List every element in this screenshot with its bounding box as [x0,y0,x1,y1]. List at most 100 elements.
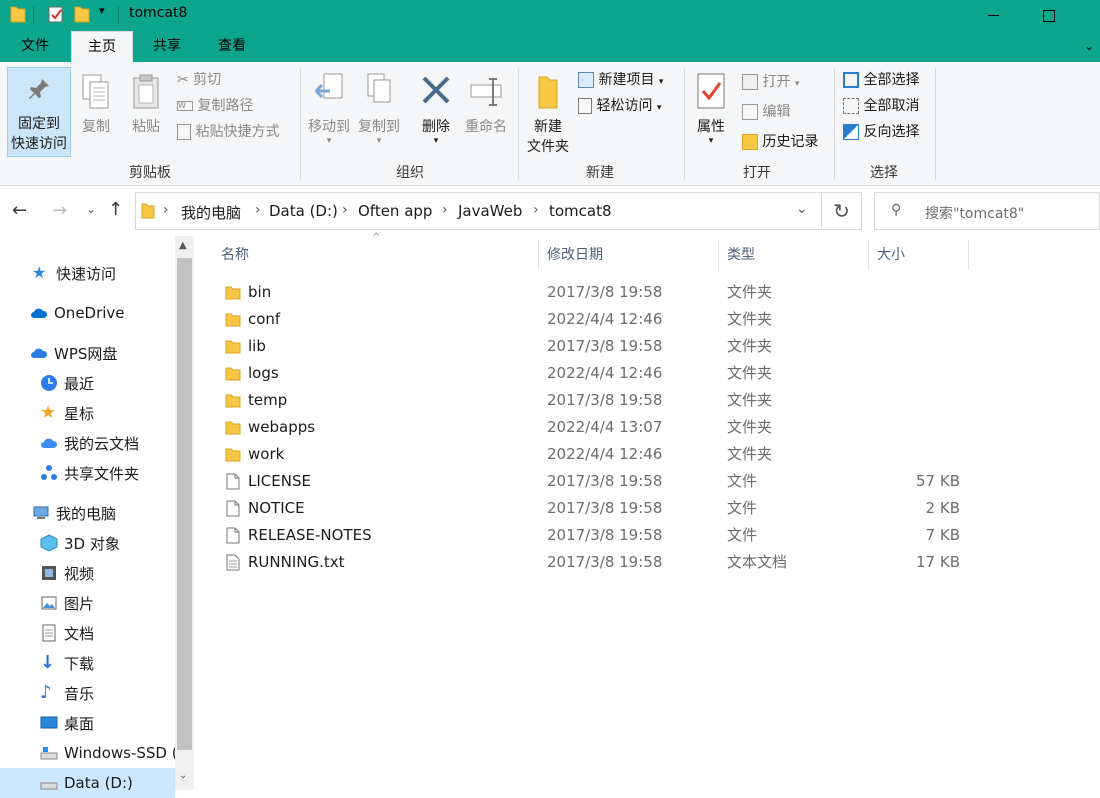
column-header-name[interactable]: 名称 [221,240,249,270]
nav-label: 星标 [64,404,95,423]
navigation-pane: ★ 快速访问 OneDrive WPS网盘 最近 ★ 星标 我的云文档 共享文件夹 … [0,236,195,798]
refresh-button[interactable]: ↻ [822,192,862,230]
file-size: 57 KB [916,472,960,490]
tab-file[interactable]: 文件 [0,31,70,62]
group-separator [684,68,685,180]
select-none-button[interactable]: 全部取消 [843,96,919,116]
breadcrumb-data-drive[interactable]: Data (D:) [269,202,338,220]
desktop-icon [40,716,58,729]
tab-share[interactable]: 共享 [140,31,194,62]
open-button[interactable]: 打开 ▾ [742,72,799,94]
column-divider[interactable] [868,240,869,270]
folder-icon[interactable] [10,5,26,23]
column-divider[interactable] [968,240,969,270]
file-name: webapps [248,418,316,436]
paste-shortcut-button[interactable]: 粘贴快捷方式 [177,122,279,142]
new-item-button[interactable]: 新建项目 ▾ [578,70,663,92]
history-button[interactable]: 历史记录 [742,132,818,152]
folder-icon [225,286,241,300]
select-all-button[interactable]: 全部选择 [843,70,919,90]
file-name: work [248,445,285,463]
scroll-up-icon[interactable]: ▲ [179,240,187,251]
drive-icon [40,747,58,760]
cloud-icon [31,348,48,358]
file-row[interactable]: webapps 2022/4/4 13:07 文件夹 [215,414,975,441]
column-header-size[interactable]: 大小 [877,240,905,270]
scroll-down-icon[interactable]: ⌄ [179,770,187,781]
nav-label: 图片 [64,594,95,613]
invert-selection-button[interactable]: 反向选择 [843,122,919,142]
column-header-date[interactable]: 修改日期 [547,240,603,270]
nav-data-drive[interactable]: Data (D:) [0,768,175,798]
copy-label: 复制 [82,119,110,135]
search-box[interactable]: ⚲ 搜索"tomcat8" [874,192,1100,230]
file-type: 文件夹 [727,364,773,382]
search-icon: ⚲ [891,202,902,218]
column-header-type[interactable]: 类型 [727,240,755,270]
scissors-icon: ✂ [177,72,189,88]
breadcrumb-tomcat8[interactable]: tomcat8 [549,202,612,220]
file-row[interactable]: conf 2022/4/4 12:46 文件夹 [215,306,975,333]
address-dropdown-icon[interactable]: ⌄ [796,201,808,217]
column-divider[interactable] [538,240,539,270]
nav-label: 桌面 [64,714,95,733]
folder-icon [225,448,241,462]
breadcrumb-this-pc[interactable]: 我的电脑 [181,202,241,223]
easy-access-button[interactable]: 轻松访问 ▾ [578,96,661,118]
file-row[interactable]: bin 2017/3/8 19:58 文件夹 [215,279,975,306]
delete-icon [422,76,450,104]
file-type: 文件 [727,526,758,544]
tab-view[interactable]: 查看 [205,31,259,62]
file-row[interactable]: NOTICE 2017/3/8 19:58 文件 2 KB [215,495,975,522]
file-row[interactable]: RELEASE-NOTES 2017/3/8 19:58 文件 7 KB [215,522,975,549]
properties-button[interactable]: 属性 ▾ [688,67,734,157]
customize-quick-access-icon[interactable]: ▾ [99,4,105,17]
rename-button[interactable]: 重命名 [460,67,512,157]
breadcrumb-often-app[interactable]: Often app [358,202,432,220]
tab-home[interactable]: 主页 [71,31,133,62]
file-name: NOTICE [248,499,305,517]
file-row[interactable]: RUNNING.txt 2017/3/8 19:58 文本文档 17 KB [215,549,975,576]
minimize-button[interactable] [970,0,1016,31]
open-label: 打开 [762,74,791,90]
file-size: 2 KB [925,499,960,517]
delete-button[interactable]: 删除 ▾ [414,67,458,157]
edit-button[interactable]: 编辑 [742,102,790,122]
new-item-label: 新建项目 [598,72,655,88]
breadcrumb-javaweb[interactable]: JavaWeb [458,202,522,220]
file-row[interactable]: temp 2017/3/8 19:58 文件夹 [215,387,975,414]
move-to-button[interactable]: 移动到 ▾ [304,67,354,157]
computer-icon [33,506,49,519]
file-date: 2017/3/8 19:58 [547,526,663,544]
history-label: 历史记录 [762,134,819,150]
new-folder-quick-icon[interactable] [74,5,90,23]
file-row[interactable]: logs 2022/4/4 12:46 文件夹 [215,360,975,387]
paste-button[interactable]: 粘贴 [124,67,168,157]
folder-icon [141,203,155,219]
file-name: conf [248,310,281,328]
copy-path-button[interactable]: W 复制路径 [177,96,253,116]
cut-label: 剪切 [193,72,222,88]
file-row[interactable]: lib 2017/3/8 19:58 文件夹 [215,333,975,360]
pin-quick-access-button[interactable]: 固定到 快速访问 [7,67,71,157]
back-arrow-icon[interactable]: ← [12,200,27,221]
forward-arrow-icon[interactable]: → [52,200,67,221]
up-arrow-icon[interactable]: ↑ [108,199,123,220]
copy-to-button[interactable]: 复制到 ▾ [354,67,404,157]
move-to-icon [314,73,343,99]
file-row[interactable]: work 2022/4/4 12:46 文件夹 [215,441,975,468]
nav-label: 下载 [64,654,95,673]
column-divider[interactable] [718,240,719,270]
maximize-button[interactable] [1026,0,1072,31]
file-type: 文件夹 [727,337,773,355]
copy-button[interactable]: 复制 [74,67,118,157]
properties-quick-icon[interactable] [48,5,64,23]
recent-locations-icon[interactable]: ⌄ [86,202,96,216]
nav-scrollbar-thumb[interactable] [177,258,192,750]
cut-button[interactable]: ✂ 剪切 [177,70,221,90]
file-name: bin [248,283,272,301]
ribbon-collapse-icon[interactable]: ⌄ [1084,39,1094,53]
new-folder-button[interactable]: 新建 文件夹 [522,67,574,157]
select-all-icon [843,72,859,88]
file-row[interactable]: LICENSE 2017/3/8 19:58 文件 57 KB [215,468,975,495]
